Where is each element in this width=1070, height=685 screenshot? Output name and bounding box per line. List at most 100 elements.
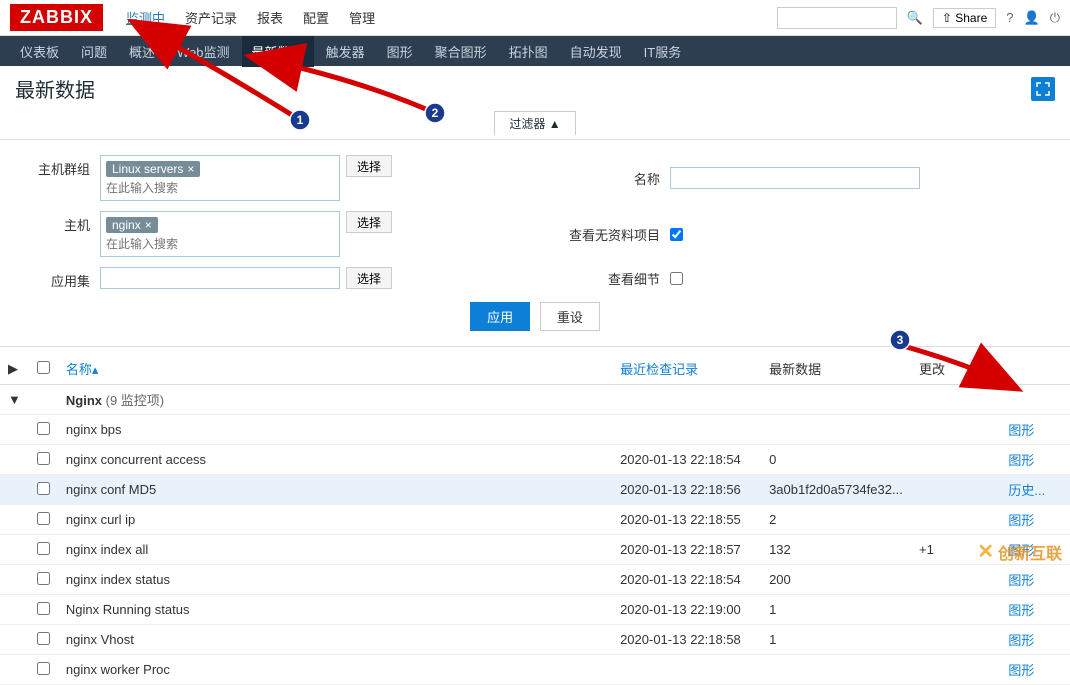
name-label: 名称 [540, 169, 670, 188]
item-action-link[interactable]: 图形 [1008, 663, 1034, 678]
table-row: nginx index status2020-01-13 22:18:54200… [0, 565, 1070, 595]
item-action-link[interactable]: 图形 [1008, 603, 1034, 618]
detail-checkbox[interactable] [670, 272, 683, 285]
item-action-link[interactable]: 图形 [1008, 423, 1034, 438]
table-row: nginx bps图形 [0, 415, 1070, 445]
item-check-time: 2020-01-13 22:18:58 [612, 625, 761, 655]
row-checkbox[interactable] [37, 662, 50, 675]
share-label: Share [955, 11, 987, 25]
user-icon[interactable]: 👤 [1024, 10, 1040, 26]
row-checkbox[interactable] [37, 452, 50, 465]
top-menu-item[interactable]: 配置 [295, 8, 337, 27]
toggle-all[interactable]: ▶ [0, 353, 29, 385]
row-checkbox[interactable] [37, 512, 50, 525]
filter-toggle-button[interactable]: 过滤器 ▲ [494, 111, 575, 135]
no-data-checkbox[interactable] [670, 228, 683, 241]
item-latest-data: 1 [761, 595, 911, 625]
item-latest-data: 1 [761, 625, 911, 655]
top-menu-item[interactable]: 管理 [341, 8, 383, 27]
top-bar: ZABBIX 监测中资产记录报表配置管理 🔍 ⇧ Share ? 👤 ⏻ [0, 0, 1070, 36]
item-check-time [612, 415, 761, 445]
sub-menu-item[interactable]: 最新数据 [242, 36, 314, 67]
search-icon[interactable]: 🔍 [907, 10, 923, 26]
item-action-link[interactable]: 图形 [1008, 513, 1034, 528]
row-checkbox[interactable] [37, 482, 50, 495]
item-change [911, 445, 1000, 475]
item-latest-data [761, 415, 911, 445]
item-change [911, 625, 1000, 655]
filter-toggle-row: 过滤器 ▲ [0, 111, 1070, 140]
item-name: nginx index status [58, 565, 612, 595]
col-name[interactable]: 名称▴ [58, 353, 612, 385]
item-action-link[interactable]: 历史... [1008, 483, 1045, 498]
item-name: nginx index all [58, 535, 612, 565]
app-input[interactable] [100, 267, 340, 289]
tag-text: Linux servers [112, 162, 183, 176]
item-change [911, 595, 1000, 625]
host-select-button[interactable]: 选择 [346, 211, 392, 233]
name-input[interactable] [670, 167, 920, 189]
fullscreen-button[interactable] [1031, 77, 1055, 101]
data-table: ▶ 名称▴ 最近检查记录 最新数据 更改 ▼Nginx (9 监控项)nginx… [0, 353, 1070, 685]
item-action-link[interactable]: 图形 [1008, 573, 1034, 588]
col-check[interactable]: 最近检查记录 [612, 353, 761, 385]
sub-menu-item[interactable]: Web监测 [167, 36, 240, 67]
row-checkbox[interactable] [37, 542, 50, 555]
item-latest-data: 2 [761, 505, 911, 535]
item-action-link[interactable]: 图形 [1008, 633, 1034, 648]
col-action [1000, 353, 1070, 385]
item-check-time [612, 655, 761, 685]
sub-menu-bar: 仪表板问题概述Web监测最新数据触发器图形聚合图形拓扑图自动发现IT服务 [0, 36, 1070, 66]
close-icon[interactable]: × [145, 218, 152, 232]
global-search-input[interactable] [777, 7, 897, 29]
item-change [911, 475, 1000, 505]
sub-menu-item[interactable]: 聚合图形 [425, 36, 497, 67]
group-toggle[interactable]: ▼ [0, 385, 29, 415]
top-menu-item[interactable]: 报表 [249, 8, 291, 27]
item-check-time: 2020-01-13 22:18:54 [612, 565, 761, 595]
sub-menu-item[interactable]: 图形 [377, 36, 423, 67]
row-checkbox[interactable] [37, 602, 50, 615]
sub-menu-item[interactable]: 拓扑图 [499, 36, 558, 67]
app-select-button[interactable]: 选择 [346, 267, 392, 289]
table-row: nginx worker Proc图形 [0, 655, 1070, 685]
sub-menu-item[interactable]: 仪表板 [10, 36, 69, 67]
help-icon[interactable]: ? [1006, 10, 1013, 25]
apply-button[interactable]: 应用 [470, 302, 530, 331]
item-latest-data: 132 [761, 535, 911, 565]
sub-menu-item[interactable]: 问题 [71, 36, 117, 67]
detail-label: 查看细节 [540, 269, 670, 288]
row-checkbox[interactable] [37, 572, 50, 585]
share-button[interactable]: ⇧ Share [933, 8, 996, 28]
watermark-text: 创新互联 [998, 540, 1062, 564]
power-icon[interactable]: ⏻ [1050, 10, 1060, 26]
reset-button[interactable]: 重设 [540, 302, 600, 331]
item-name: nginx curl ip [58, 505, 612, 535]
item-latest-data: 0 [761, 445, 911, 475]
sub-menu-item[interactable]: 概述 [119, 36, 165, 67]
host-group-select-button[interactable]: 选择 [346, 155, 392, 177]
host-group-search[interactable] [104, 179, 336, 197]
host-group-input[interactable]: Linux servers × [100, 155, 340, 201]
table-row: nginx index all2020-01-13 22:18:57132+1图… [0, 535, 1070, 565]
item-change [911, 655, 1000, 685]
item-latest-data: 200 [761, 565, 911, 595]
close-icon[interactable]: × [187, 162, 194, 176]
filter-panel: 主机群组 Linux servers× 选择 名称 主机 nginx× 选择 查… [0, 140, 1070, 347]
row-checkbox[interactable] [37, 632, 50, 645]
sub-menu-item[interactable]: 触发器 [316, 36, 375, 67]
top-menu-item[interactable]: 监测中 [118, 8, 173, 27]
top-menu-item[interactable]: 资产记录 [177, 8, 245, 27]
host-tag[interactable]: nginx× [106, 217, 158, 233]
item-change [911, 565, 1000, 595]
item-action-link[interactable]: 图形 [1008, 453, 1034, 468]
row-checkbox[interactable] [37, 422, 50, 435]
item-name: nginx conf MD5 [58, 475, 612, 505]
host-search[interactable] [104, 235, 336, 253]
sub-menu-item[interactable]: 自动发现 [560, 36, 632, 67]
host-group-tag[interactable]: Linux servers × [106, 161, 200, 177]
host-input[interactable]: nginx× [100, 211, 340, 257]
item-change [911, 415, 1000, 445]
check-all[interactable] [37, 361, 50, 374]
sub-menu-item[interactable]: IT服务 [634, 36, 692, 67]
